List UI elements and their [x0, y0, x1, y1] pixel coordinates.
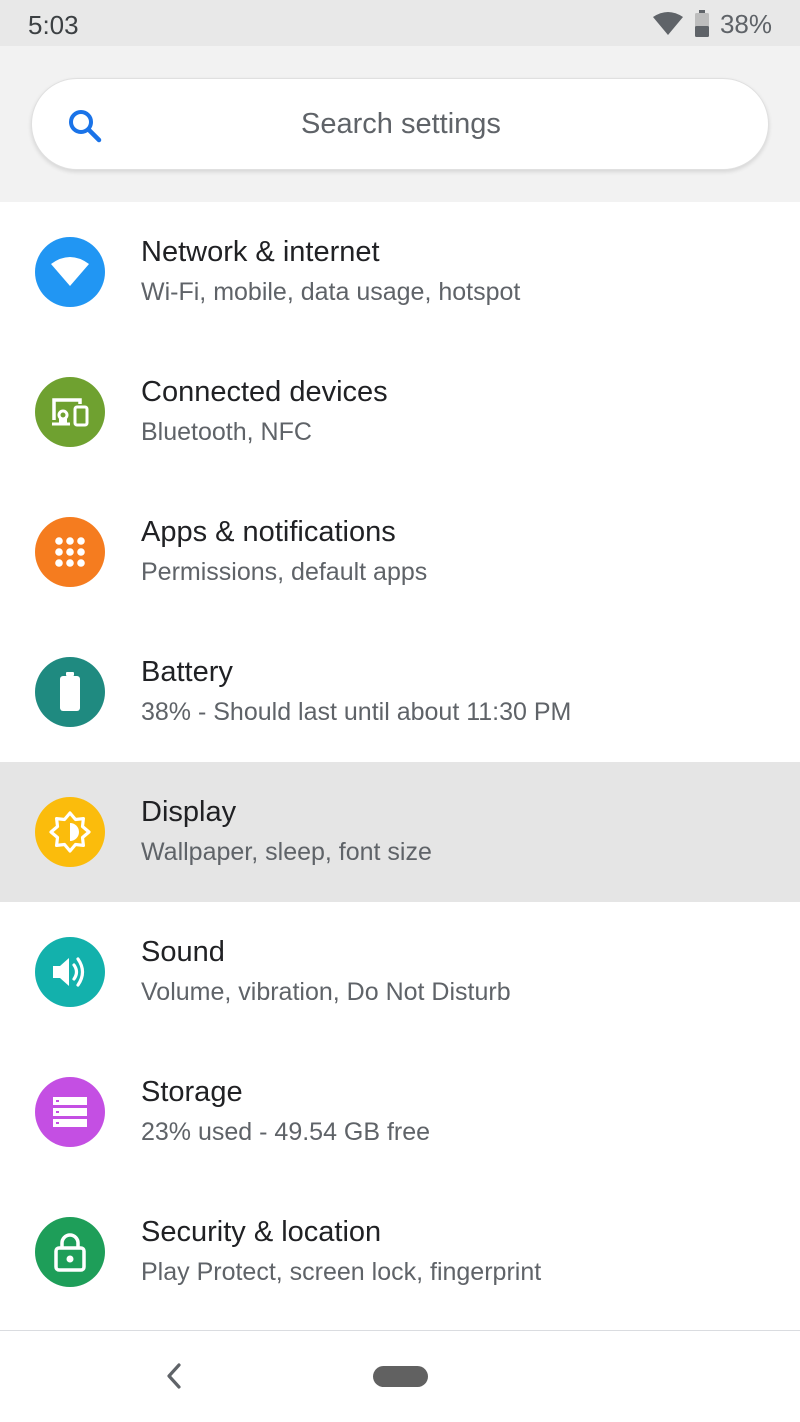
search-icon[interactable]: [66, 107, 104, 145]
status-bar: 5:03 38%: [0, 0, 800, 46]
item-subtitle: Play Protect, screen lock, fingerprint: [141, 1258, 542, 1286]
settings-item-connected-devices[interactable]: Connected devices Bluetooth, NFC: [0, 342, 800, 482]
settings-item-battery[interactable]: Battery 38% - Should last until about 11…: [0, 622, 800, 762]
brightness-icon: [35, 797, 105, 867]
home-pill-button[interactable]: [373, 1366, 428, 1387]
search-area: [0, 46, 800, 202]
search-input[interactable]: [122, 79, 680, 169]
item-title: Battery: [141, 656, 233, 688]
status-time: 5:03: [28, 10, 79, 40]
wifi-status-icon: [652, 12, 683, 35]
navigation-bar: [0, 1330, 800, 1422]
settings-item-storage[interactable]: Storage 23% used - 49.54 GB free: [0, 1042, 800, 1182]
item-title: Display: [141, 796, 237, 828]
item-subtitle: Volume, vibration, Do Not Disturb: [141, 978, 511, 1006]
search-bar[interactable]: [31, 78, 769, 170]
item-title: Connected devices: [141, 376, 388, 408]
item-subtitle: 38% - Should last until about 11:30 PM: [141, 698, 572, 726]
item-title: Apps & notifications: [141, 516, 396, 548]
settings-item-network[interactable]: Network & internet Wi-Fi, mobile, data u…: [0, 202, 800, 342]
battery-status-icon: [694, 10, 709, 37]
item-subtitle: Wi-Fi, mobile, data usage, hotspot: [141, 278, 521, 306]
back-chevron-icon[interactable]: [160, 1359, 188, 1393]
item-title: Security & location: [141, 1216, 382, 1248]
settings-item-security[interactable]: Security & location Play Protect, screen…: [0, 1182, 800, 1322]
item-title: Storage: [141, 1076, 243, 1108]
item-title: Network & internet: [141, 236, 380, 268]
battery-icon: [35, 657, 105, 727]
item-subtitle: Bluetooth, NFC: [141, 418, 312, 446]
volume-icon: [35, 937, 105, 1007]
item-subtitle: Wallpaper, sleep, font size: [141, 838, 432, 866]
settings-list: Network & internet Wi-Fi, mobile, data u…: [0, 202, 800, 1322]
devices-icon: [35, 377, 105, 447]
settings-item-sound[interactable]: Sound Volume, vibration, Do Not Disturb: [0, 902, 800, 1042]
item-title: Sound: [141, 936, 225, 968]
settings-item-apps-notifications[interactable]: Apps & notifications Permissions, defaul…: [0, 482, 800, 622]
apps-grid-icon: [35, 517, 105, 587]
status-battery-percent: 38%: [719, 8, 772, 39]
settings-item-display[interactable]: Display Wallpaper, sleep, font size: [0, 762, 800, 902]
status-icons: 38%: [652, 8, 772, 40]
item-subtitle: 23% used - 49.54 GB free: [141, 1118, 431, 1146]
storage-icon: [35, 1077, 105, 1147]
lock-icon: [35, 1217, 105, 1287]
wifi-icon: [35, 237, 105, 307]
item-subtitle: Permissions, default apps: [141, 558, 428, 586]
